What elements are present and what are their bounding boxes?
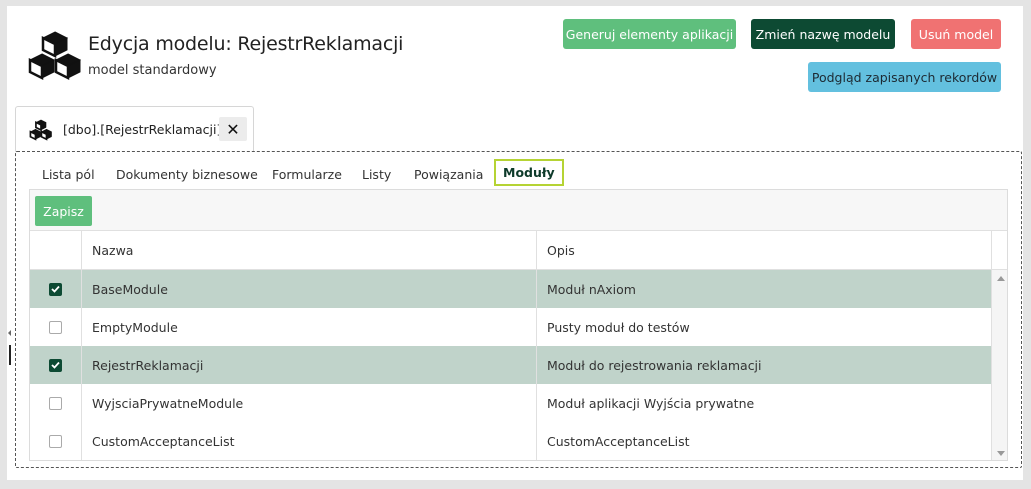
table-row[interactable]: RejestrReklamacji Moduł do rejestrowania…: [30, 346, 991, 384]
column-header-name[interactable]: Nazwa: [81, 231, 536, 270]
scroll-down-icon[interactable]: [997, 451, 1005, 456]
tab-relations[interactable]: Powiązania: [414, 167, 483, 182]
cubes-icon: [28, 31, 82, 81]
module-description: Pusty moduł do testów: [536, 308, 991, 346]
module-description: Moduł aplikacji Wyjścia prywatne: [536, 384, 991, 422]
grid-body: BaseModule Moduł nAxiom EmptyModule Pust…: [30, 270, 991, 460]
row-checkbox[interactable]: [49, 320, 62, 334]
page-title: Edycja modelu: RejestrReklamacji: [88, 33, 404, 55]
module-description: Moduł nAxiom: [536, 270, 991, 308]
vertical-scrollbar[interactable]: [991, 270, 1007, 460]
row-checkbox[interactable]: [49, 396, 62, 410]
sidebar-toggle-handle[interactable]: [8, 330, 11, 366]
grid-toolbar: Zapisz: [30, 190, 1007, 231]
tab-modules[interactable]: Moduły: [494, 159, 564, 186]
module-name: BaseModule: [81, 270, 536, 308]
row-checkbox[interactable]: [49, 434, 62, 448]
page-subtitle: model standardowy: [88, 63, 217, 78]
tab-lists[interactable]: Listy: [362, 167, 391, 182]
row-checkbox-cell[interactable]: [30, 422, 81, 460]
document-tab-label: [dbo].[RejestrReklamacji]: [63, 122, 222, 137]
tab-field-list[interactable]: Lista pól: [42, 167, 95, 182]
delete-model-button[interactable]: Usuń model: [911, 19, 1001, 49]
table-row[interactable]: WyjsciaPrywatneModule Moduł aplikacji Wy…: [30, 384, 991, 422]
row-checkbox-cell[interactable]: [30, 270, 81, 308]
row-checkbox-cell[interactable]: [30, 384, 81, 422]
resize-handle[interactable]: [9, 345, 11, 365]
table-row[interactable]: CustomAcceptanceList CustomAcceptanceLis…: [30, 422, 991, 460]
module-name: CustomAcceptanceList: [81, 422, 536, 460]
header-scroll-spacer: [991, 231, 1007, 270]
table-row[interactable]: EmptyModule Pusty moduł do testów: [30, 308, 991, 346]
cubes-icon: [29, 119, 53, 141]
row-checkbox[interactable]: [49, 358, 62, 372]
module-name: RejestrReklamacji: [81, 346, 536, 384]
row-checkbox-cell[interactable]: [30, 308, 81, 346]
row-checkbox[interactable]: [49, 282, 62, 296]
module-name: EmptyModule: [81, 308, 536, 346]
column-header-description[interactable]: Opis: [536, 231, 991, 270]
tab-business-documents[interactable]: Dokumenty biznesowe: [116, 167, 258, 182]
save-button[interactable]: Zapisz: [35, 196, 92, 226]
document-tab[interactable]: [dbo].[RejestrReklamacji] ✕: [15, 106, 254, 152]
check-icon: [51, 285, 60, 293]
module-name: WyjsciaPrywatneModule: [81, 384, 536, 422]
tab-forms[interactable]: Formularze: [272, 167, 342, 182]
preview-records-button[interactable]: Podgląd zapisanych rekordów: [808, 62, 1001, 92]
page-frame: Edycja modelu: RejestrReklamacji model s…: [7, 6, 1023, 480]
rename-model-button[interactable]: Zmień nazwę modelu: [751, 19, 895, 49]
close-icon[interactable]: ✕: [219, 117, 247, 141]
module-description: Moduł do rejestrowania reklamacji: [536, 346, 991, 384]
chevron-left-icon: [8, 330, 11, 336]
scroll-up-icon[interactable]: [997, 276, 1005, 281]
table-row[interactable]: BaseModule Moduł nAxiom: [30, 270, 991, 308]
header-checkbox-column: [30, 231, 81, 270]
check-icon: [51, 361, 60, 369]
module-description: CustomAcceptanceList: [536, 422, 991, 460]
modules-grid: Zapisz Nazwa Opis BaseModule Moduł nAxio…: [29, 189, 1008, 461]
grid-header: Nazwa Opis: [30, 231, 1007, 270]
row-checkbox-cell[interactable]: [30, 346, 81, 384]
generate-elements-button[interactable]: Generuj elementy aplikacji: [563, 19, 736, 49]
